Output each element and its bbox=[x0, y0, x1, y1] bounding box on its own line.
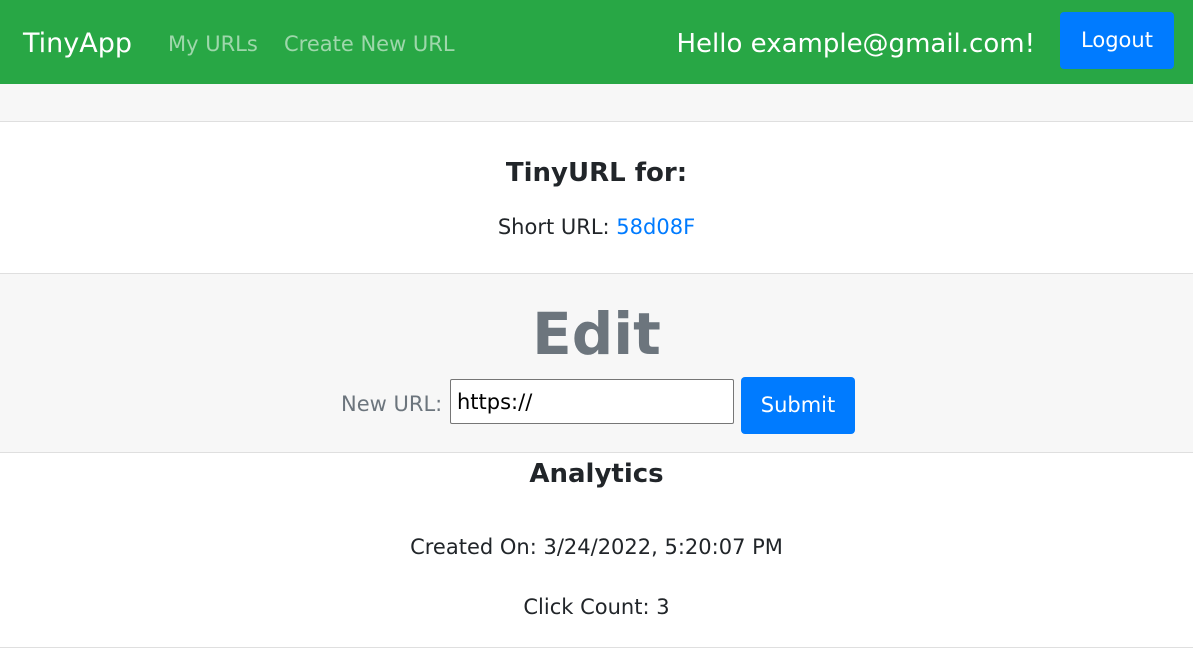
short-url-line: Short URL: 58d08F bbox=[0, 212, 1193, 242]
card-body bbox=[0, 122, 1193, 273]
short-url-label: Short URL: bbox=[497, 215, 610, 239]
nav-my-urls-link[interactable]: My URLs bbox=[168, 29, 258, 59]
brand-link[interactable]: TinyApp bbox=[23, 24, 132, 64]
new-url-label: New URL: bbox=[341, 392, 443, 416]
card-title: TinyURL for: bbox=[505, 158, 688, 188]
created-on-text: Created On: 3/24/2022, 5:20:07 PM bbox=[410, 535, 783, 559]
user-greeting: Hello example@gmail.com! bbox=[676, 29, 1035, 59]
click-count-text: Click Count: 3 bbox=[523, 595, 670, 619]
analytics-title: Analytics bbox=[529, 459, 664, 489]
logout-button[interactable]: Logout bbox=[1060, 12, 1174, 69]
nav-create-new-url-link[interactable]: Create New URL bbox=[284, 29, 455, 59]
card-header bbox=[0, 84, 1193, 122]
short-url-link[interactable]: 58d08F bbox=[616, 215, 695, 239]
edit-title: Edit bbox=[532, 300, 661, 368]
submit-button[interactable]: Submit bbox=[741, 377, 855, 434]
navbar: TinyApp My URLs Create New URL Hello exa… bbox=[0, 0, 1193, 84]
new-url-input[interactable] bbox=[450, 379, 734, 424]
